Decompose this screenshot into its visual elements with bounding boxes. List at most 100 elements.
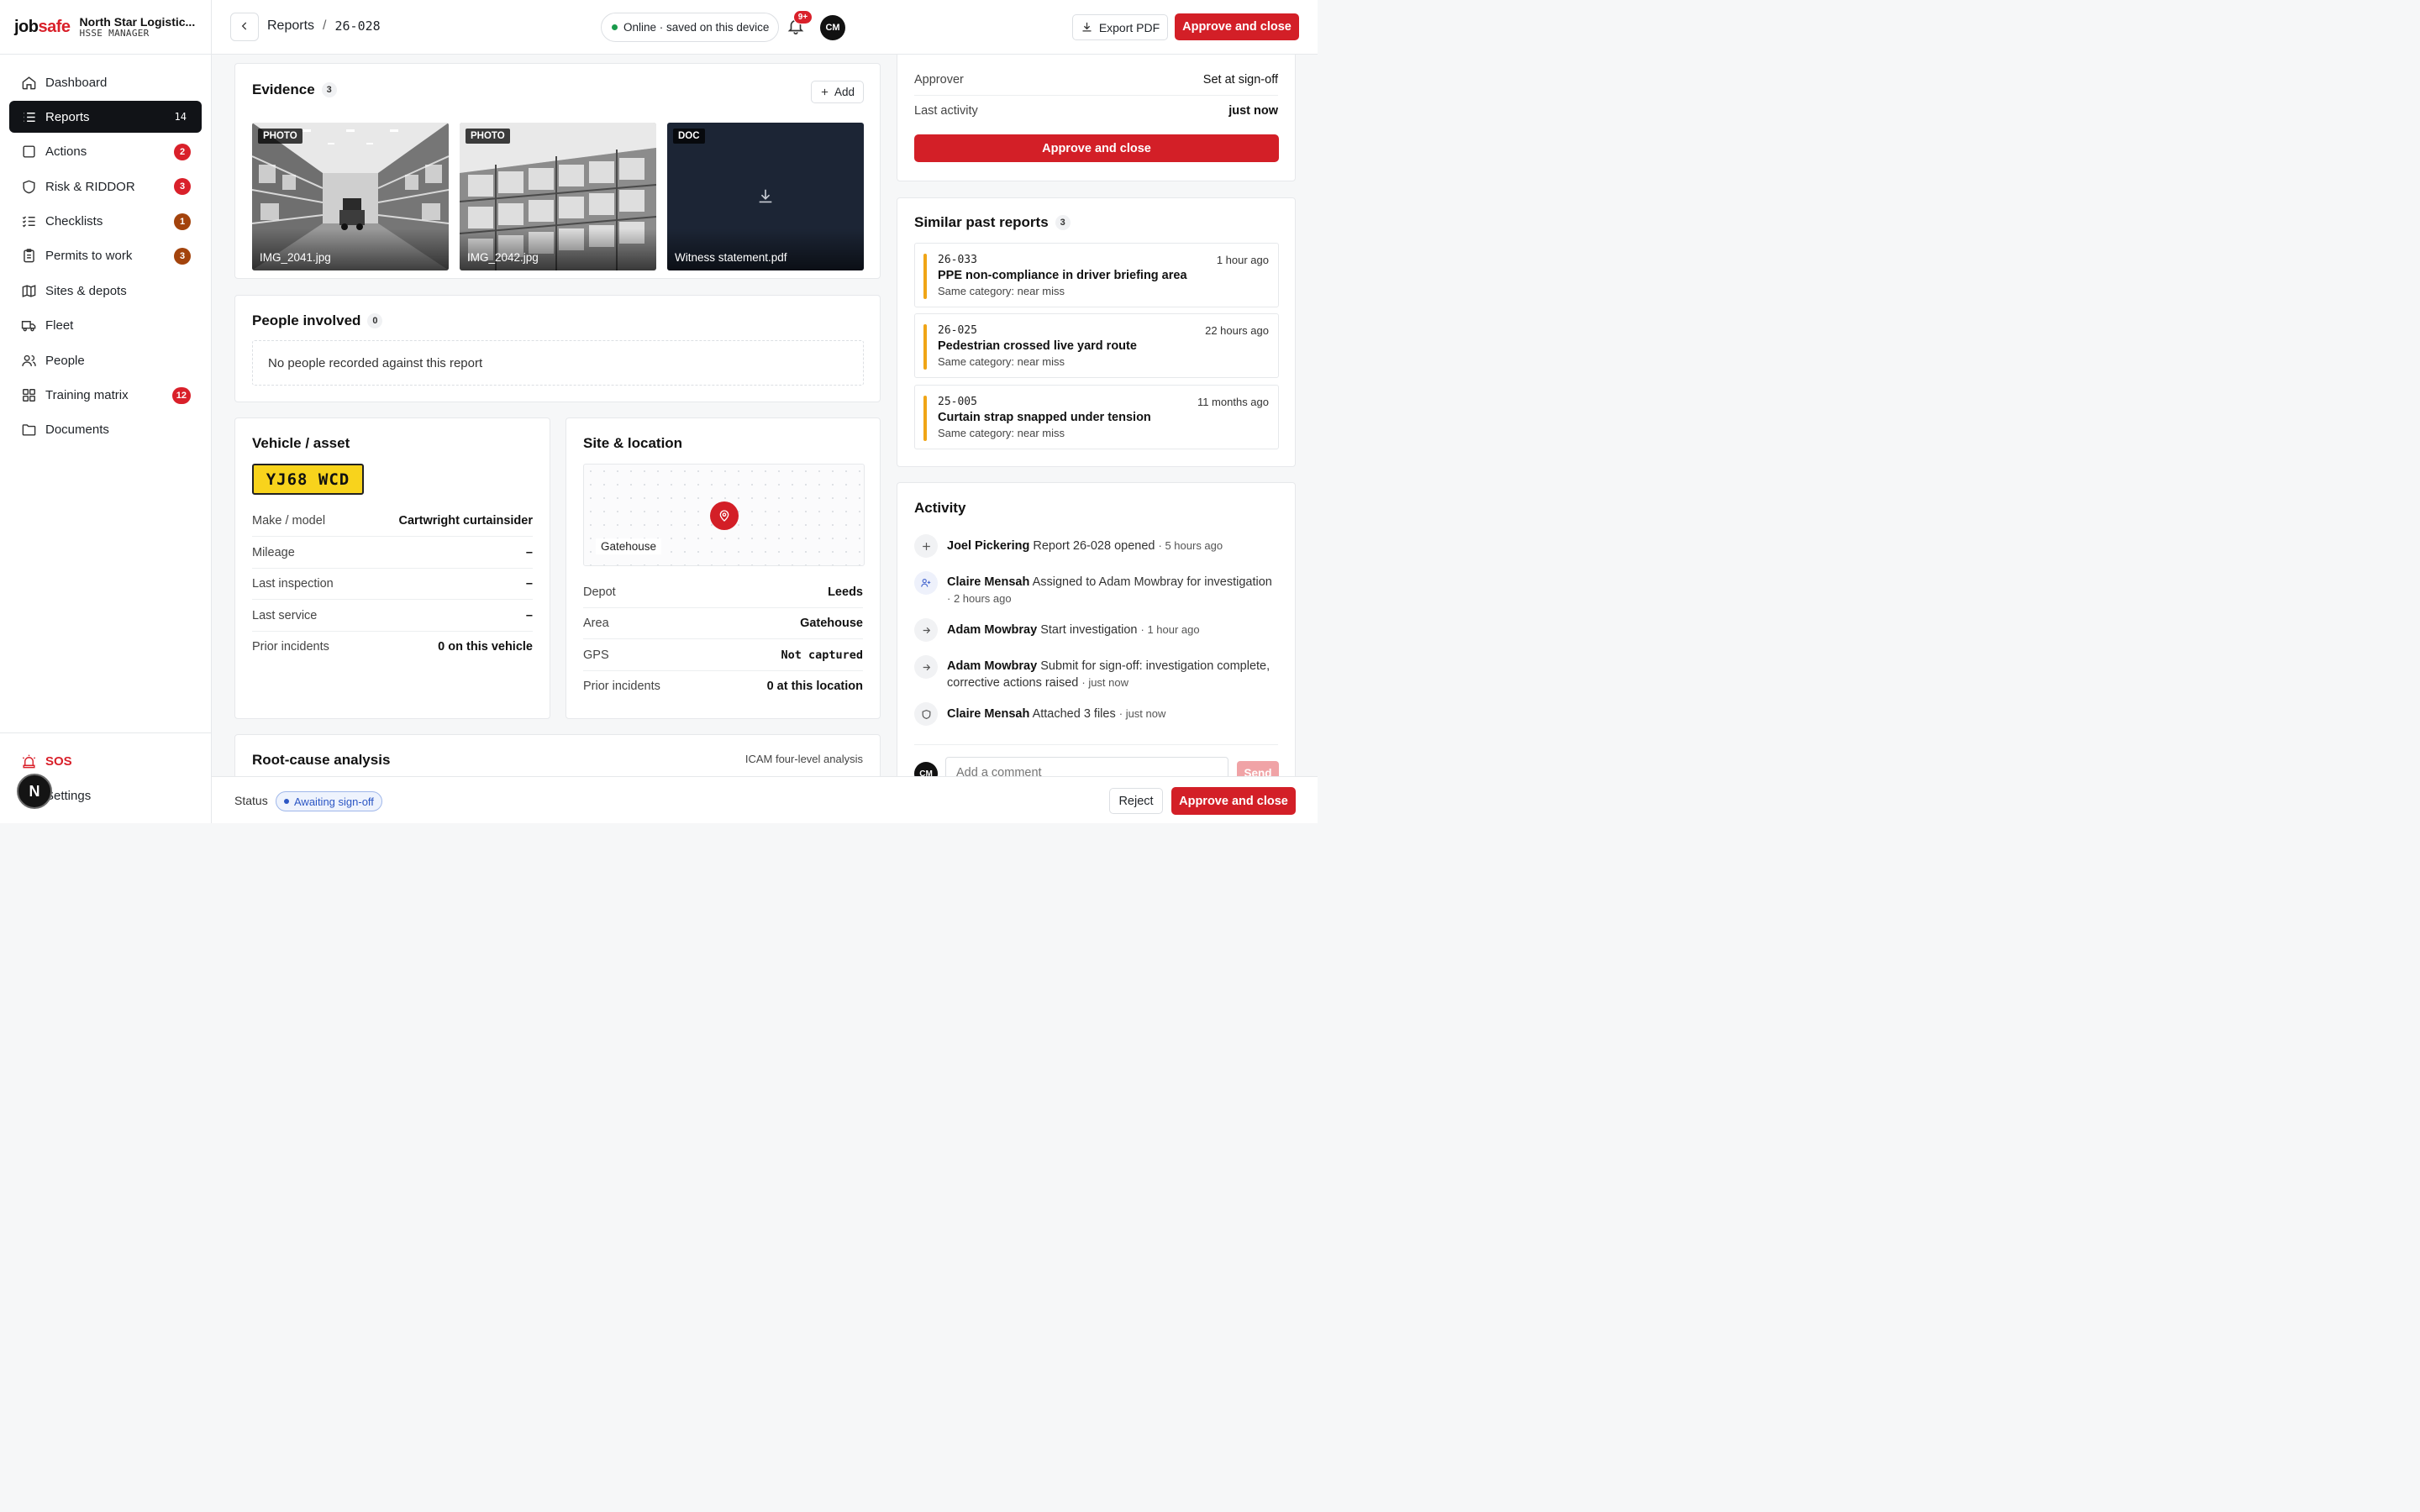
activity-divider	[914, 744, 1278, 745]
list-icon	[20, 108, 37, 125]
activity-text: Assigned to Adam Mowbray for investigati…	[1032, 575, 1272, 589]
reject-button[interactable]: Reject	[1109, 788, 1163, 814]
breadcrumb-report-id: 26-028	[334, 18, 381, 34]
sidebar-item-sites[interactable]: Sites & depots	[9, 275, 202, 307]
sidebar-item-people[interactable]: People	[9, 344, 202, 376]
send-comment-button[interactable]: Send	[1237, 761, 1279, 776]
activity-item: Claire Mensah Attached 3 files · just no…	[914, 702, 1278, 726]
export-pdf-button[interactable]: Export PDF	[1072, 14, 1168, 40]
similar-report-category: Same category: near miss	[938, 285, 1065, 297]
summary-row: Last activity just now	[914, 104, 1278, 118]
evidence-photo-tile[interactable]: PHOTO IMG_2042.jpg	[460, 123, 656, 270]
sidebar-item-permits[interactable]: Permits to work 3	[9, 240, 202, 272]
sidebar-item-checklists[interactable]: Checklists 1	[9, 206, 202, 238]
user-plus-icon	[914, 571, 938, 595]
sidebar: jobsafe North Star Logistic... HSSE MANA…	[0, 0, 212, 823]
people-icon	[20, 352, 37, 369]
sidebar-item-training-matrix[interactable]: Training matrix 12	[9, 380, 202, 412]
similar-report-time: 11 months ago	[1197, 396, 1269, 408]
avatar[interactable]: CM	[820, 15, 845, 40]
tile-kind-badge: PHOTO	[466, 129, 510, 144]
tile-filename: Witness statement.pdf	[675, 251, 787, 264]
shield-icon	[20, 178, 37, 195]
clipboard-icon	[20, 248, 37, 265]
approve-and-close-button[interactable]: Approve and close	[914, 134, 1279, 162]
evidence-document-tile[interactable]: DOC Witness statement.pdf	[667, 123, 864, 270]
similar-report-item[interactable]: 26-033 1 hour ago PPE non-compliance in …	[914, 243, 1279, 307]
breadcrumb-reports[interactable]: Reports	[267, 18, 314, 34]
tile-shade	[252, 228, 449, 270]
severity-bar	[923, 254, 927, 299]
main-nav: Dashboard Reports 14 Actions 2 Risk & RI…	[0, 55, 211, 446]
evidence-title: Evidence 3	[252, 81, 337, 98]
site-row: Prior incidents 0 at this location	[583, 680, 863, 693]
back-button[interactable]	[230, 13, 259, 41]
sidebar-item-label: Dashboard	[45, 75, 108, 90]
sos-button[interactable]: SOS	[9, 745, 202, 777]
sidebar-item-label: Checklists	[45, 214, 103, 229]
approve-and-close-button[interactable]: Approve and close	[1171, 787, 1296, 815]
sync-status-text: Online · saved on this device	[623, 21, 770, 34]
similar-title-text: Similar past reports	[914, 214, 1049, 230]
status-badge-text: Awaiting sign-off	[294, 795, 374, 808]
sidebar-item-documents[interactable]: Documents	[9, 414, 202, 446]
sidebar-item-label: Permits to work	[45, 249, 133, 264]
report-main: Evidence 3 Add PHOTO IMG_2041.jpg PHOTO …	[212, 55, 1318, 776]
summary-row: Approver Set at sign-off	[914, 64, 1278, 96]
org-name: North Star Logistic...	[79, 14, 196, 29]
settings-label: Settings	[45, 788, 92, 803]
comment-input[interactable]	[945, 757, 1228, 776]
activity-time: · 5 hours ago	[1158, 539, 1223, 552]
map-pin-icon	[710, 501, 739, 530]
sidebar-item-dashboard[interactable]: Dashboard	[9, 66, 202, 98]
status-badge: Awaiting sign-off	[276, 791, 382, 811]
org-switcher[interactable]: North Star Logistic... HSSE MANAGER	[80, 15, 196, 39]
activity-actor: Joel Pickering	[947, 539, 1030, 553]
similar-report-item[interactable]: 25-005 11 months ago Curtain strap snapp…	[914, 385, 1279, 449]
sidebar-item-risk-riddor[interactable]: Risk & RIDDOR 3	[9, 171, 202, 202]
activity-item: Joel Pickering Report 26-028 opened · 5 …	[914, 534, 1278, 558]
site-map[interactable]: Gatehouse	[583, 464, 865, 566]
sidebar-item-reports[interactable]: Reports 14	[9, 101, 202, 134]
vehicle-asset-card: Vehicle / asset YJ68 WCD Make / model Car…	[234, 417, 550, 719]
square-icon	[20, 144, 37, 160]
evidence-card: Evidence 3 Add PHOTO IMG_2041.jpg PHOTO …	[234, 63, 881, 279]
add-evidence-button[interactable]: Add	[811, 81, 864, 103]
people-involved-title: People involved 0	[252, 312, 383, 329]
sidebar-item-fleet[interactable]: Fleet	[9, 310, 202, 342]
jobsafe-logo[interactable]: jobsafe	[14, 18, 71, 37]
dev-tools-button[interactable]: N	[17, 774, 52, 809]
notifications-count-badge: 9+	[793, 10, 813, 24]
vehicle-title: Vehicle / asset	[252, 435, 350, 451]
activity-item: Adam Mowbray Submit for sign-off: invest…	[914, 655, 1278, 691]
similar-report-title: Curtain strap snapped under tension	[938, 411, 1151, 424]
evidence-photo-tile[interactable]: PHOTO IMG_2041.jpg	[252, 123, 449, 270]
vehicle-row: Make / model Cartwright curtainsider	[252, 505, 533, 537]
similar-reports-title: Similar past reports 3	[914, 214, 1071, 231]
sidebar-item-actions[interactable]: Actions 2	[9, 136, 202, 168]
sidebar-item-label: Fleet	[45, 318, 74, 333]
vehicle-row: Mileage –	[252, 537, 533, 569]
online-dot-icon	[612, 24, 618, 30]
chevron-left-icon	[239, 20, 250, 34]
activity-actor: Claire Mensah	[947, 575, 1030, 589]
people-count: 0	[367, 313, 383, 328]
activity-text: Report 26-028 opened	[1033, 539, 1155, 553]
sidebar-item-label: Risk & RIDDOR	[45, 179, 135, 194]
map-icon	[20, 282, 37, 299]
activity-text: Attached 3 files	[1032, 707, 1116, 721]
bell-icon	[786, 19, 805, 38]
activity-title: Activity	[914, 500, 966, 516]
arrow-right-icon	[914, 655, 938, 679]
similar-report-id: 26-025	[938, 324, 977, 337]
bottom-action-bar: Status Awaiting sign-off Reject Approve …	[212, 776, 1318, 823]
similar-report-item[interactable]: 26-025 22 hours ago Pedestrian crossed l…	[914, 313, 1279, 378]
sidebar-item-label: Actions	[45, 144, 87, 160]
tile-kind-badge: PHOTO	[258, 129, 302, 144]
sos-label: SOS	[45, 753, 72, 769]
training-count-badge: 12	[171, 386, 191, 404]
reports-count-badge: 14	[174, 111, 187, 123]
tile-kind-badge: DOC	[673, 129, 705, 144]
people-empty-state: No people recorded against this report	[252, 340, 864, 386]
approve-and-close-button[interactable]: Approve and close	[1175, 13, 1299, 40]
